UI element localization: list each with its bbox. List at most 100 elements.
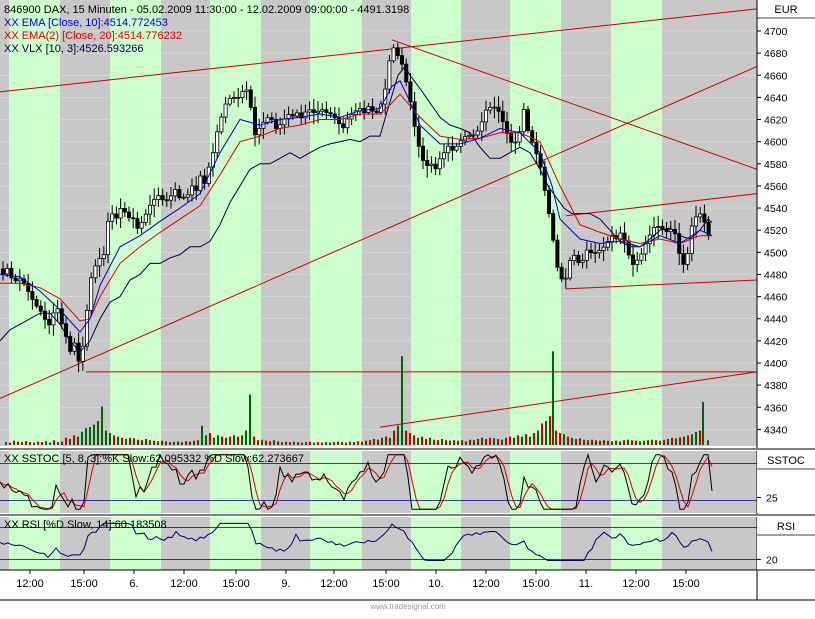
volume-bar-149 bbox=[599, 441, 601, 445]
volume-bar-45 bbox=[185, 441, 187, 445]
candle-body bbox=[438, 159, 441, 169]
candle-body bbox=[447, 146, 450, 152]
volume-bar-127 bbox=[513, 438, 515, 445]
candle-body bbox=[14, 278, 17, 281]
volume-bar-136 bbox=[549, 416, 551, 445]
volume-bar-51 bbox=[209, 433, 211, 445]
price-tick-label-4700: 4700 bbox=[764, 26, 788, 38]
candle-body bbox=[396, 48, 399, 56]
candle-body bbox=[161, 196, 164, 200]
time-tick-label-6: 12:00 bbox=[320, 578, 348, 590]
price-tick-label-4440: 4440 bbox=[764, 314, 788, 326]
volume-bar-77 bbox=[313, 443, 315, 445]
legend-entry-2: XX VLX [10, 3]:4526.593266 bbox=[4, 43, 143, 55]
candle-body bbox=[10, 268, 13, 278]
volume-bar-176 bbox=[707, 440, 709, 445]
volume-bar-23 bbox=[97, 421, 99, 445]
volume-bar-139 bbox=[559, 433, 561, 445]
candle-body bbox=[598, 250, 601, 252]
candle-body bbox=[375, 111, 378, 112]
volume-bar-104 bbox=[421, 437, 423, 445]
volume-bar-88 bbox=[357, 441, 359, 445]
price-tick-label-4380: 4380 bbox=[764, 380, 788, 392]
price-tick-label-4460: 4460 bbox=[764, 292, 788, 304]
candle-body bbox=[127, 212, 130, 218]
volume-bar-53 bbox=[217, 435, 219, 445]
volume-bar-134 bbox=[541, 423, 543, 445]
candle-body bbox=[484, 110, 487, 122]
volume-bar-175 bbox=[702, 402, 704, 445]
volume-bar-95 bbox=[385, 437, 387, 445]
candle-body bbox=[262, 122, 265, 128]
volume-bar-70 bbox=[285, 442, 287, 445]
volume-bar-117 bbox=[473, 440, 475, 445]
volume-bar-11 bbox=[49, 443, 51, 445]
volume-bar-81 bbox=[329, 443, 331, 445]
volume-bar-93 bbox=[377, 440, 379, 445]
candle-body bbox=[400, 56, 403, 65]
volume-bar-137 bbox=[552, 351, 554, 445]
candle-body bbox=[703, 214, 706, 222]
chart-title: 846900 DAX, 15 Minuten - 05.02.2009 11:3… bbox=[4, 4, 409, 16]
candle-body bbox=[199, 176, 202, 191]
band-gray-1-10 bbox=[461, 451, 510, 513]
candle-body bbox=[178, 189, 181, 197]
volume-bar-2 bbox=[13, 441, 15, 445]
volume-bar-1 bbox=[9, 443, 11, 445]
candle-body bbox=[283, 119, 286, 125]
volume-bar-7 bbox=[33, 443, 35, 445]
candle-body bbox=[602, 247, 605, 250]
volume-bar-18 bbox=[77, 437, 79, 445]
candle-body bbox=[451, 146, 454, 150]
volume-bar-97 bbox=[393, 431, 395, 445]
time-tick-label-5: 9. bbox=[281, 578, 290, 590]
candle-body bbox=[644, 244, 647, 254]
volume-bar-173 bbox=[695, 432, 697, 445]
volume-bar-156 bbox=[627, 440, 629, 445]
volume-bar-28 bbox=[117, 437, 119, 445]
candle-body bbox=[123, 208, 126, 212]
candle-body bbox=[220, 117, 223, 132]
volume-bar-21 bbox=[89, 427, 91, 445]
volume-bar-69 bbox=[281, 442, 283, 445]
volume-bar-94 bbox=[381, 438, 383, 445]
candle-body bbox=[501, 111, 504, 121]
volume-bar-19 bbox=[81, 432, 83, 445]
volume-bar-54 bbox=[221, 437, 223, 445]
band-green-0-9 bbox=[411, 0, 461, 446]
candle-body bbox=[577, 255, 580, 262]
volume-bar-106 bbox=[429, 438, 431, 445]
candle-body bbox=[237, 97, 240, 98]
volume-bar-101 bbox=[409, 433, 411, 445]
candle-body bbox=[434, 164, 437, 169]
time-tick-label-12: 12:00 bbox=[622, 578, 650, 590]
price-tick-label-4600: 4600 bbox=[764, 137, 788, 149]
candle-body bbox=[232, 97, 235, 98]
candle-body bbox=[426, 160, 429, 165]
candle-body bbox=[241, 92, 244, 98]
volume-bar-13 bbox=[57, 442, 59, 445]
volume-bar-78 bbox=[317, 442, 319, 445]
volume-bar-160 bbox=[643, 441, 645, 445]
candle-body bbox=[308, 110, 311, 112]
candle-body bbox=[48, 319, 51, 325]
volume-bar-103 bbox=[417, 438, 419, 445]
rsi-tick-label-20: 20 bbox=[766, 554, 778, 566]
volume-bar-123 bbox=[497, 439, 499, 445]
volume-bar-124 bbox=[501, 440, 503, 445]
band-green-2-5 bbox=[210, 517, 261, 570]
candle-body bbox=[1, 269, 4, 274]
time-tick-label-1: 15:00 bbox=[70, 578, 98, 590]
band-gray-0-2 bbox=[60, 0, 110, 446]
candle-body bbox=[153, 199, 156, 205]
volume-bar-4 bbox=[21, 442, 23, 445]
volume-bar-8 bbox=[37, 442, 39, 445]
time-tick-label-4: 15:00 bbox=[222, 578, 250, 590]
candle-body bbox=[497, 107, 500, 111]
band-gray-2-8 bbox=[362, 517, 411, 570]
volume-bar-48 bbox=[197, 440, 199, 445]
candle-body bbox=[312, 110, 315, 113]
chart-svg: EUR4340436043804400442044404460448045004… bbox=[0, 0, 815, 614]
volume-bar-40 bbox=[165, 441, 167, 445]
band-green-2-11 bbox=[510, 517, 561, 570]
